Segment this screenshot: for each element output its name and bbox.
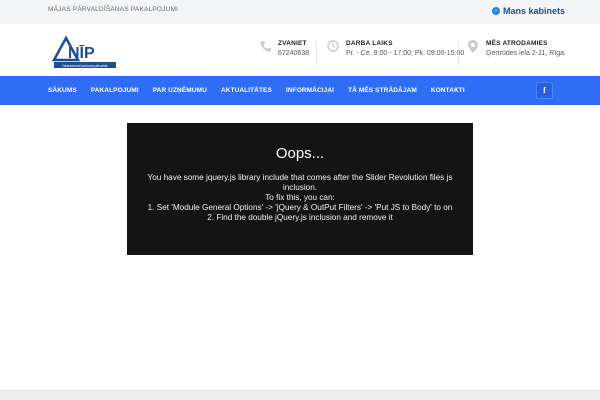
error-title: Oops... [275, 145, 325, 162]
nav-item-info[interactable]: INFORMĀCIJAI [286, 87, 334, 94]
nav-item-about[interactable]: PAR UZŅĒMUMU [153, 87, 207, 94]
nav-item-how-we-work[interactable]: TĀ MĒS STRĀDĀJAM [348, 87, 417, 94]
location-title: MĒS ATRODAMIES [486, 40, 548, 47]
my-account-link[interactable]: › Mans kabinets [492, 6, 565, 16]
hours-title: DARBA LAIKS [346, 40, 393, 47]
header-phone: ZVANIET 67240638 [258, 40, 309, 57]
top-bar: MĀJAS PĀRVALDĪŠANAS PAKALPOJUMI › Mans k… [0, 0, 600, 24]
logo-mark: NĪP [68, 43, 95, 62]
site-tagline: MĀJAS PĀRVALDĪŠANAS PAKALPOJUMI [48, 6, 179, 13]
nav-item-home[interactable]: SĀKUMS [48, 87, 77, 94]
divider [316, 42, 317, 66]
nav-items: SĀKUMS PAKALPOJUMI PAR UZŅĒMUMU AKTUALIT… [48, 76, 479, 105]
nav-item-contacts[interactable]: KONTAKTI [431, 87, 465, 94]
facebook-icon[interactable]: f [536, 82, 553, 99]
site-logo[interactable]: NĪP Nekustamā īpašuma pārvalde [51, 35, 118, 72]
phone-icon [258, 40, 272, 56]
error-line: 1. Set 'Module General Options' -> 'jQue… [147, 203, 453, 212]
nav-item-news[interactable]: AKTUALITĀTES [221, 87, 272, 94]
hours-value: Pr. - Ce. 9:00 - 17:00; Pk. 09:00-15:00 [346, 50, 465, 57]
site-header: NĪP Nekustamā īpašuma pārvalde ZVANIET 6… [0, 24, 600, 76]
header-hours: DARBA LAIKS Pr. - Ce. 9:00 - 17:00; Pk. … [326, 40, 464, 57]
error-line: To fix this, you can: [265, 193, 335, 202]
my-account-label: Mans kabinets [503, 6, 566, 16]
location-pin-icon [466, 40, 480, 56]
main-nav: SĀKUMS PAKALPOJUMI PAR UZŅĒMUMU AKTUALIT… [0, 76, 600, 105]
footer-strip [0, 390, 600, 400]
error-line: 2. Find the double jQuery.js inclusion a… [207, 213, 393, 222]
location-value: Ģertrūdes iela 2-11, Rīga [486, 50, 565, 57]
error-line: You have some jquery.js library include … [147, 173, 453, 182]
clock-icon [326, 40, 340, 56]
header-location: MĒS ATRODAMIES Ģertrūdes iela 2-11, Rīga [466, 40, 564, 57]
divider [458, 42, 459, 66]
slider-error-box: Oops... You have some jquery.js library … [127, 123, 473, 255]
nav-item-services[interactable]: PAKALPOJUMI [91, 87, 139, 94]
error-line: inclusion. [282, 183, 318, 192]
phone-value[interactable]: 67240638 [278, 50, 309, 57]
logo-subtext: Nekustamā īpašuma pārvalde [62, 64, 107, 68]
phone-title: ZVANIET [278, 40, 307, 47]
arrow-circle-icon: › [492, 7, 500, 15]
error-message: You have some jquery.js library include … [127, 173, 473, 223]
